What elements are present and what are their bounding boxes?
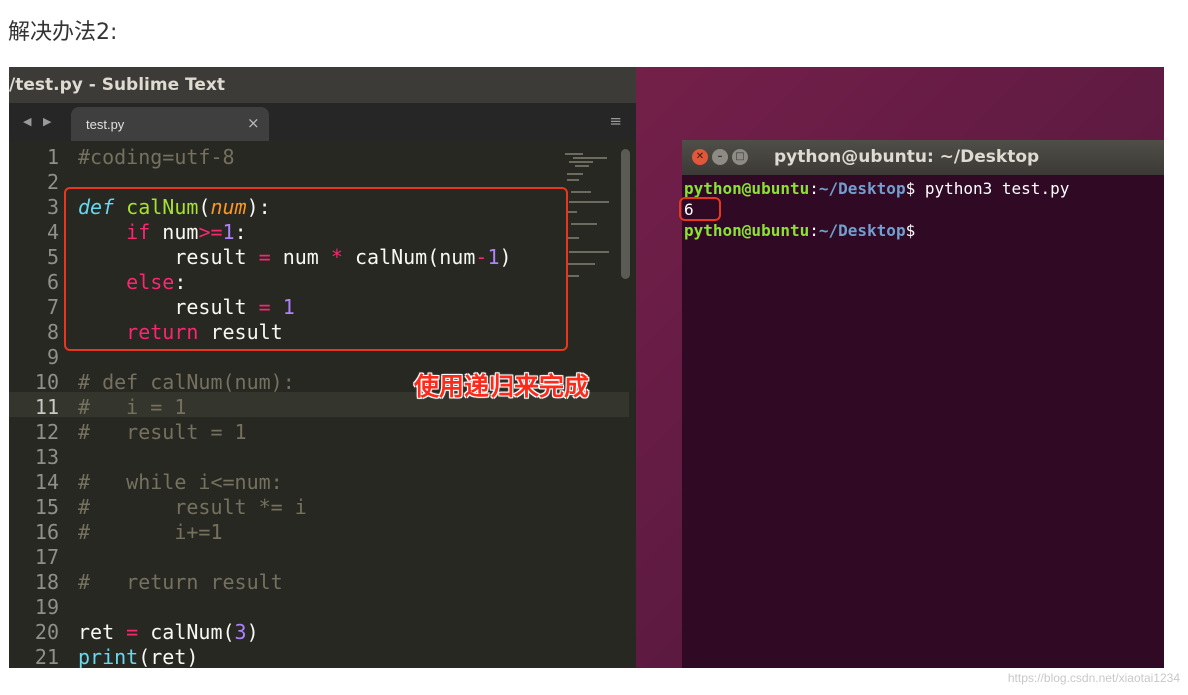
watermark: https://blog.csdn.net/xiaotai1234	[1007, 671, 1180, 685]
line-number: 17	[34, 545, 59, 569]
line-number: 1	[46, 145, 59, 169]
line-number: 16	[34, 520, 59, 544]
line-number: 6	[46, 270, 59, 294]
line-number: 19	[34, 595, 59, 619]
line-number: 21	[34, 645, 59, 668]
line-number: 13	[34, 445, 59, 469]
annotation-text: 使用递归来完成	[414, 372, 590, 401]
tab-bar: ◀ ▶ test.py × ≡	[9, 103, 636, 141]
code-line-20: ret = calNum(3)	[78, 620, 259, 644]
tab-close-icon[interactable]: ×	[247, 114, 260, 132]
highlight-box-function	[64, 187, 568, 351]
prompt-user: python@ubuntu	[684, 179, 810, 198]
line-number: 18	[34, 570, 59, 594]
tab-nav-arrows-icon[interactable]: ◀ ▶	[23, 115, 55, 128]
screenshot: /test.py - Sublime Text ◀ ▶ test.py × ≡ …	[9, 67, 1164, 668]
minimap[interactable]	[565, 151, 615, 301]
line-number: 7	[46, 295, 59, 319]
vertical-scrollbar[interactable]	[621, 149, 630, 279]
code-line-21: print(ret)	[78, 645, 199, 668]
code-line-14: # while i<=num:	[78, 470, 283, 494]
code-line-15: # result *= i	[78, 495, 307, 519]
tab-label: test.py	[86, 117, 125, 132]
prompt-user: python@ubuntu	[684, 221, 810, 240]
page-heading: 解决办法2:	[8, 20, 118, 45]
terminal-line-prompt[interactable]: python@ubuntu:~/Desktop$	[684, 220, 915, 241]
line-number: 11	[34, 395, 59, 419]
prompt-path: ~/Desktop	[818, 221, 906, 240]
line-number: 10	[34, 370, 59, 394]
code-line-11: # i = 1	[78, 395, 187, 419]
line-number: 3	[46, 195, 59, 219]
close-icon[interactable]: ✕	[692, 149, 708, 165]
code-line-18: # return result	[78, 570, 283, 594]
line-number: 12	[34, 420, 59, 444]
sublime-window: /test.py - Sublime Text ◀ ▶ test.py × ≡ …	[9, 67, 636, 668]
line-number: 4	[46, 220, 59, 244]
terminal-line-command: python@ubuntu:~/Desktop$ python3 test.py	[684, 179, 1070, 198]
terminal-titlebar: ✕ – □ python@ubuntu: ~/Desktop	[682, 140, 1164, 175]
line-number: 9	[46, 345, 59, 369]
line-number: 5	[46, 245, 59, 269]
code-line-12: # result = 1	[78, 420, 247, 444]
terminal-window: ✕ – □ python@ubuntu: ~/Desktop python@ub…	[679, 140, 1164, 668]
line-number: 15	[34, 495, 59, 519]
line-number: 20	[34, 620, 59, 644]
line-number: 14	[34, 470, 59, 494]
maximize-icon[interactable]: □	[732, 149, 748, 165]
terminal-title: python@ubuntu: ~/Desktop	[774, 147, 1040, 167]
code-line-10: # def calNum(num):	[78, 370, 295, 394]
highlight-box-output	[679, 197, 721, 221]
code-line-16: # i+=1	[78, 520, 223, 544]
prompt-path: ~/Desktop	[818, 179, 906, 198]
tab-test-py[interactable]: test.py ×	[71, 107, 269, 141]
minimize-icon[interactable]: –	[712, 149, 728, 165]
command-text: python3 test.py	[924, 179, 1070, 198]
line-number: 8	[46, 320, 59, 344]
code-line-1: #coding=utf-8	[78, 145, 235, 169]
menu-icon[interactable]: ≡	[609, 112, 622, 130]
line-number: 2	[46, 170, 59, 194]
sublime-title: /test.py - Sublime Text	[9, 67, 636, 103]
